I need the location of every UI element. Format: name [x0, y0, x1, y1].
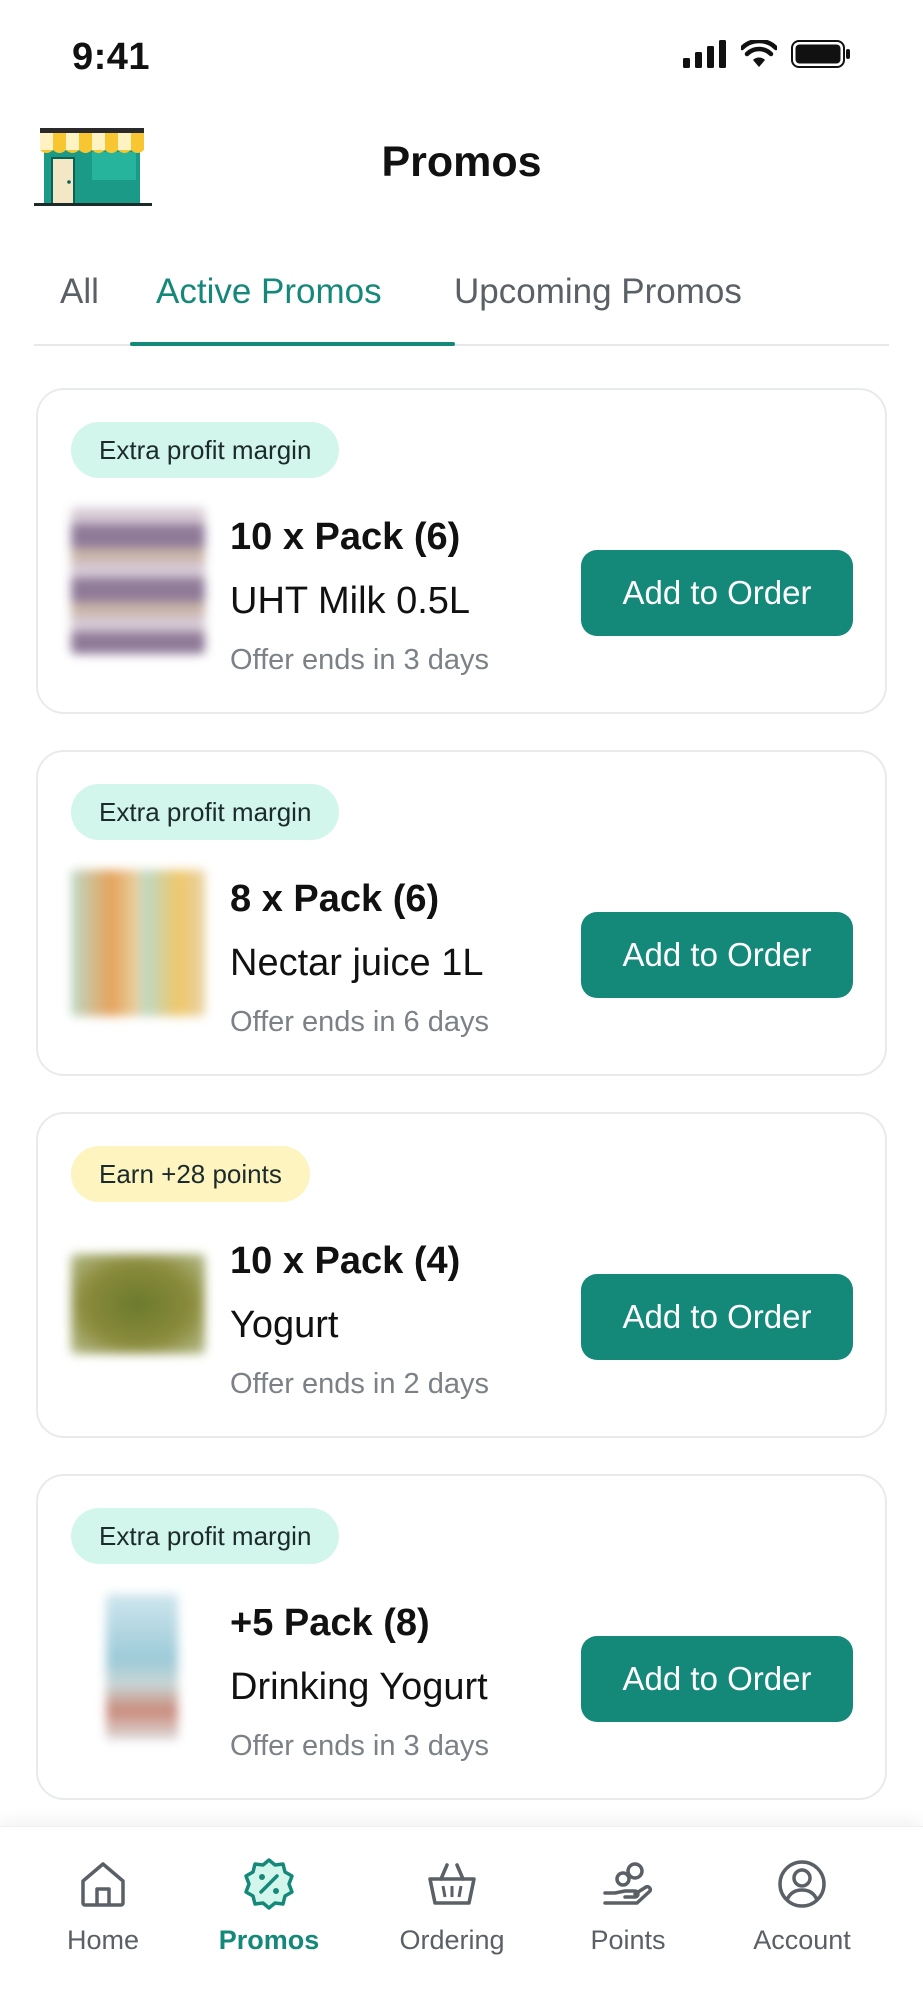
offer-expiry: Offer ends in 2 days — [230, 1368, 490, 1400]
nav-label: Points — [590, 1925, 666, 1955]
status-icons — [683, 40, 851, 68]
product-name: Yogurt — [230, 1304, 339, 1346]
promo-card: Earn +28 points 10 x Pack (4) Yogurt Off… — [36, 1112, 887, 1438]
product-image — [71, 1254, 205, 1354]
product-name: Nectar juice 1L — [230, 942, 484, 984]
add-to-order-button[interactable]: Add to Order — [581, 1636, 853, 1722]
basket-icon — [428, 1863, 476, 1905]
offer-expiry: Offer ends in 3 days — [230, 1730, 490, 1762]
signal-icon — [683, 40, 726, 68]
product-image — [71, 508, 205, 654]
promo-card: Extra profit margin 10 x Pack (6) UHT Mi… — [36, 388, 887, 714]
account-icon — [778, 1860, 826, 1908]
status-time: 9:41 — [72, 36, 151, 78]
promo-quantity: 8 x Pack (6) — [230, 878, 440, 920]
nav-label: Ordering — [399, 1925, 505, 1955]
nav-home[interactable]: Home — [23, 1857, 183, 1956]
battery-icon — [791, 40, 850, 68]
offer-expiry: Offer ends in 3 days — [230, 644, 490, 676]
tab-all[interactable]: All — [34, 272, 125, 344]
nav-points[interactable]: Points — [548, 1857, 708, 1956]
offer-expiry: Offer ends in 6 days — [230, 1006, 490, 1038]
nav-ordering[interactable]: Ordering — [372, 1857, 532, 1956]
product-name: Drinking Yogurt — [230, 1666, 488, 1708]
promo-card: Extra profit margin 8 x Pack (6) Nectar … — [36, 750, 887, 1076]
nav-label: Promos — [218, 1925, 320, 1955]
promo-tabs: All Active Promos Upcoming Promos — [34, 262, 889, 346]
product-image — [71, 870, 205, 1016]
page-title: Promos — [381, 138, 542, 186]
bottom-nav: Home Promos Ordering Points Account — [0, 1826, 923, 2000]
wifi-icon — [741, 40, 777, 67]
promo-quantity: +5 Pack (8) — [230, 1602, 430, 1644]
promo-quantity: 10 x Pack (4) — [230, 1240, 461, 1282]
status-bar: 9:41 — [0, 0, 923, 110]
add-to-order-button[interactable]: Add to Order — [581, 912, 853, 998]
nav-account[interactable]: Account — [722, 1857, 882, 1956]
product-image — [106, 1594, 178, 1740]
nav-promos[interactable]: Promos — [189, 1857, 349, 1956]
tab-active-promos[interactable]: Active Promos — [130, 272, 408, 344]
nav-label: Account — [753, 1925, 851, 1955]
header: Promos — [0, 110, 923, 220]
promo-badge: Extra profit margin — [71, 422, 340, 478]
add-to-order-button[interactable]: Add to Order — [581, 550, 853, 636]
points-icon — [603, 1862, 653, 1905]
add-to-order-button[interactable]: Add to Order — [581, 1274, 853, 1360]
promo-badge: Extra profit margin — [71, 784, 340, 840]
promo-icon — [244, 1858, 294, 1910]
promo-badge: Earn +28 points — [71, 1146, 310, 1202]
home-icon — [81, 1862, 125, 1907]
promo-card: Extra profit margin +5 Pack (8) Drinking… — [36, 1474, 887, 1800]
product-name: UHT Milk 0.5L — [230, 580, 471, 622]
active-tab-indicator — [130, 342, 455, 346]
promo-quantity: 10 x Pack (6) — [230, 516, 461, 558]
tab-upcoming-promos[interactable]: Upcoming Promos — [428, 272, 768, 344]
promo-badge: Extra profit margin — [71, 1508, 340, 1564]
nav-label: Home — [66, 1925, 140, 1955]
